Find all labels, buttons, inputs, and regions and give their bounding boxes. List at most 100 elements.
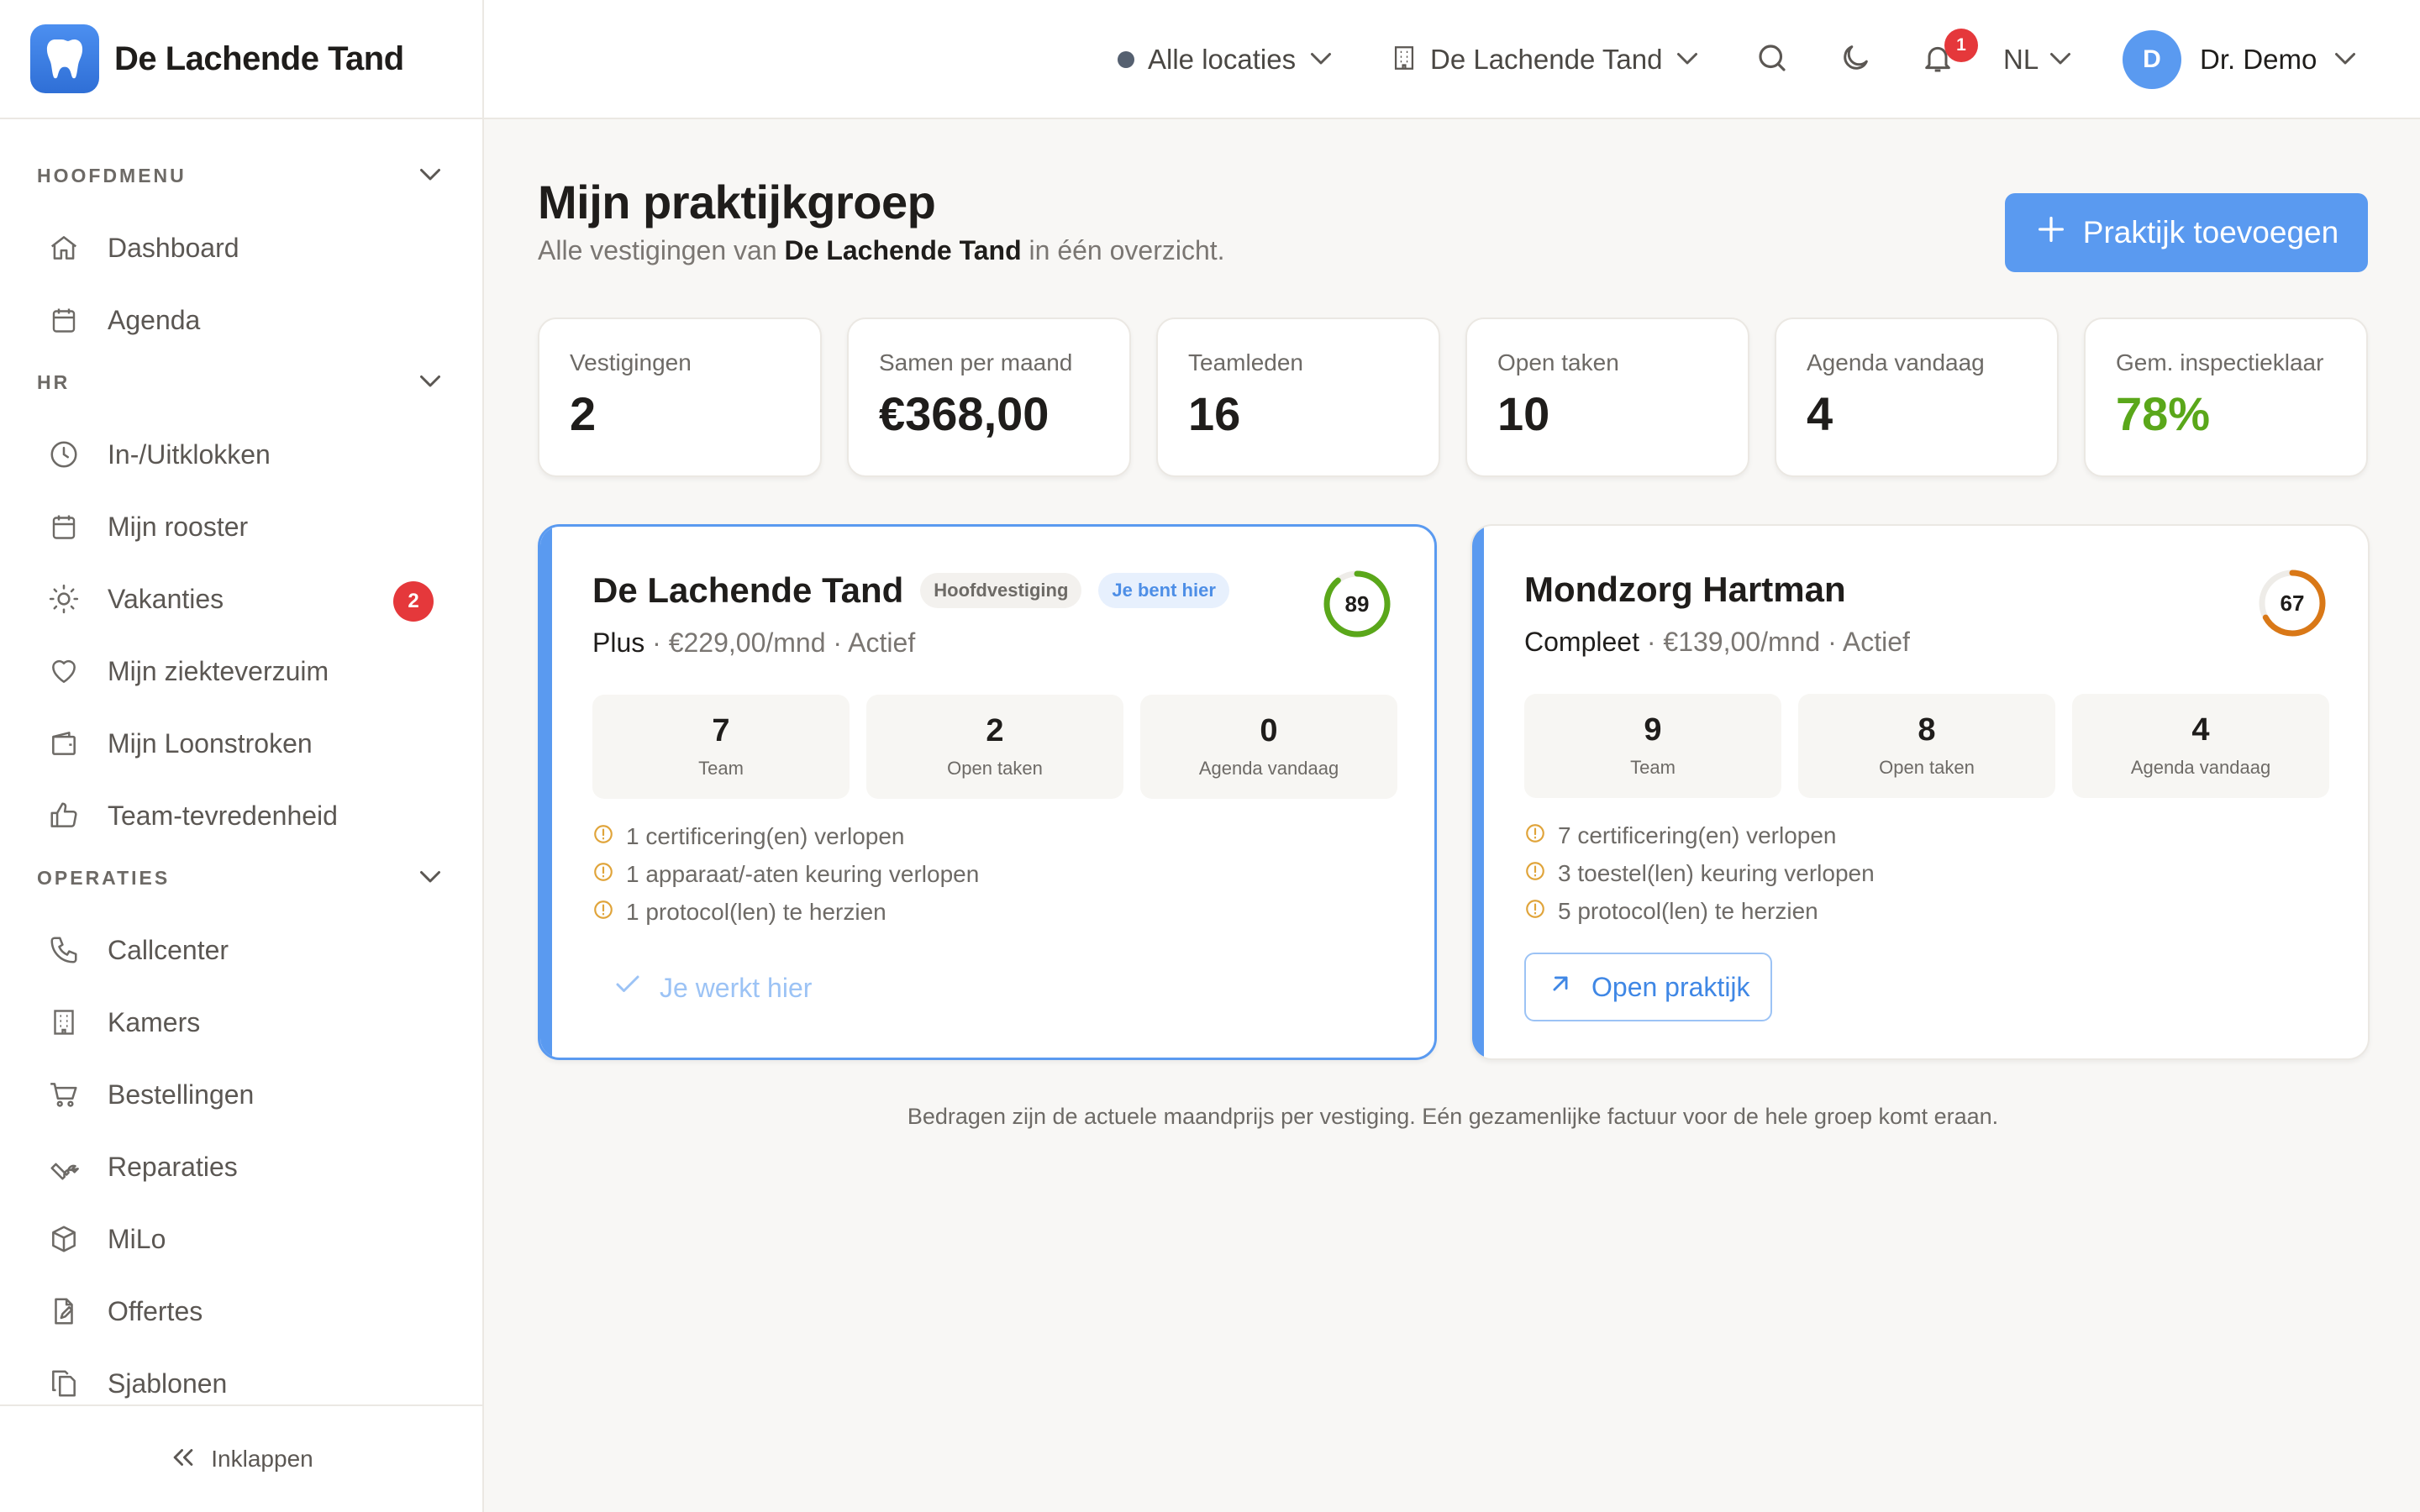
score-value: 67 xyxy=(2280,590,2305,616)
clock-icon xyxy=(47,438,81,471)
plus-icon xyxy=(2034,213,2083,254)
section-title: OPERATIES xyxy=(37,866,171,889)
metric-agenda-vandaag: 4 Agenda vandaag xyxy=(2072,694,2329,798)
metric-value: 9 xyxy=(1644,712,1662,748)
sidebar-item-dashboard[interactable]: Dashboard xyxy=(0,212,482,284)
sidebar-item-label: Agenda xyxy=(108,304,201,335)
metric-agenda-vandaag: 0 Agenda vandaag xyxy=(1140,695,1397,799)
open-practice-button[interactable]: Open praktijk xyxy=(1524,953,1772,1021)
location-dot-icon xyxy=(1118,51,1134,68)
working-here-label: Je werkt hier xyxy=(660,972,813,1003)
notifications-button[interactable]: 1 xyxy=(1921,0,1978,119)
metric-team: 9 Team xyxy=(1524,694,1781,798)
chevron-down-icon xyxy=(2330,43,2360,77)
sidebar-item-bestellingen[interactable]: Bestellingen xyxy=(0,1058,482,1131)
phone-icon xyxy=(47,933,81,967)
sidebar-item-ziekteverzuim[interactable]: Mijn ziekteverzuim xyxy=(0,635,482,707)
sidebar-item-loonstroken[interactable]: Mijn Loonstroken xyxy=(0,707,482,780)
sidebar-item-label: Team-tevredenheid xyxy=(108,800,338,831)
metric-value: 7 xyxy=(712,713,730,748)
plan-price-status: · €229,00/mnd · Actief xyxy=(644,627,916,658)
warning-icon xyxy=(1524,860,1546,886)
sidebar-item-reparaties[interactable]: Reparaties xyxy=(0,1131,482,1203)
calendar-icon xyxy=(47,510,81,543)
add-practice-button[interactable]: Praktijk toevoegen xyxy=(2005,193,2368,272)
inspection-score-ring: 67 xyxy=(2257,568,2328,638)
stat-card: Samen per maand €368,00 xyxy=(847,318,1131,477)
sidebar-item-callcenter[interactable]: Callcenter xyxy=(0,914,482,986)
collapse-label: Inklappen xyxy=(211,1446,313,1472)
sidebar-item-agenda[interactable]: Agenda xyxy=(0,284,482,356)
document-edit-icon xyxy=(47,1294,81,1328)
metric-label: Team xyxy=(1630,757,1676,778)
warning-text: 1 certificering(en) verlopen xyxy=(626,822,905,849)
stat-card: Vestigingen 2 xyxy=(538,318,822,477)
practice-card[interactable]: Mondzorg Hartman Compleet · €139,00/mnd … xyxy=(1470,524,2370,1060)
search-button[interactable] xyxy=(1754,0,1790,119)
warning-text: 1 apparaat/-aten keuring verlopen xyxy=(626,860,980,887)
plan-name: Compleet xyxy=(1524,627,1639,657)
user-name: Dr. Demo xyxy=(2200,44,2317,75)
practice-card[interactable]: De Lachende Tand Hoofdvestiging Je bent … xyxy=(538,524,1437,1060)
sidebar-item-vakanties[interactable]: Vakanties 2 xyxy=(0,563,482,635)
practice-selector[interactable]: De Lachende Tand xyxy=(1390,0,1702,119)
sidebar-item-milo[interactable]: MiLo xyxy=(0,1203,482,1275)
sidebar-item-label: Callcenter xyxy=(108,934,229,965)
metric-value: 0 xyxy=(1260,713,1278,748)
sidebar-item-team-tevredenheid[interactable]: Team-tevredenheid xyxy=(0,780,482,852)
section-title: HOOFDMENU xyxy=(37,164,187,186)
brand[interactable]: De Lachende Tand xyxy=(0,0,482,119)
metric-value: 2 xyxy=(986,713,1004,748)
page-title: Mijn praktijkgroep xyxy=(538,176,936,228)
section-hoofdmenu[interactable]: HOOFDMENU xyxy=(0,155,482,197)
sidebar-item-inuitklokken[interactable]: In-/Uitklokken xyxy=(0,418,482,491)
location-label: Alle locaties xyxy=(1148,44,1297,75)
tag-hoofdvestiging: Hoofdvestiging xyxy=(920,573,1082,608)
sidebar-item-mijn-rooster[interactable]: Mijn rooster xyxy=(0,491,482,563)
stat-value: 16 xyxy=(1188,387,1241,440)
sidebar: De Lachende Tand HOOFDMENU Dashboard Age… xyxy=(0,0,484,1512)
sidebar-item-label: Mijn Loonstroken xyxy=(108,727,313,759)
arrow-up-right-icon xyxy=(1546,969,1591,1005)
warnings-list: 1 certificering(en) verlopen 1 apparaat/… xyxy=(592,817,979,931)
sun-icon xyxy=(47,582,81,616)
card-accent-bar xyxy=(1472,526,1484,1058)
user-menu[interactable]: D Dr. Demo xyxy=(2123,0,2360,119)
subtitle-suffix: in één overzicht. xyxy=(1021,235,1225,265)
building-icon xyxy=(47,1005,81,1039)
stat-label: Agenda vandaag xyxy=(1807,349,1985,375)
notification-count-badge: 1 xyxy=(1944,29,1978,62)
sidebar-item-label: Vakanties xyxy=(108,583,224,614)
warning-icon xyxy=(592,823,614,849)
warning-item: 1 certificering(en) verlopen xyxy=(592,817,979,855)
score-value: 89 xyxy=(1344,591,1370,617)
metric-open-taken: 2 Open taken xyxy=(866,695,1123,799)
warning-item: 1 protocol(len) te herzien xyxy=(592,893,979,931)
language-label: NL xyxy=(2003,44,2039,75)
metrics-row: 9 Team 8 Open taken 4 Agenda vandaag xyxy=(1524,694,2329,798)
collapse-sidebar-button[interactable]: Inklappen xyxy=(0,1404,482,1512)
sidebar-item-kamers[interactable]: Kamers xyxy=(0,986,482,1058)
heart-icon xyxy=(47,654,81,688)
metric-value: 4 xyxy=(2191,712,2210,748)
vakanties-count-badge: 2 xyxy=(393,581,434,622)
stat-card: Gem. inspectieklaar 78% xyxy=(2084,318,2368,477)
warning-item: 7 certificering(en) verlopen xyxy=(1524,816,1875,854)
stat-value: 2 xyxy=(570,387,597,440)
home-icon xyxy=(47,231,81,265)
section-hr[interactable]: HR xyxy=(0,361,482,403)
location-selector[interactable]: Alle locaties xyxy=(1118,0,1336,119)
card-accent-bar xyxy=(540,527,552,1058)
warning-item: 1 apparaat/-aten keuring verlopen xyxy=(592,855,979,893)
section-operaties[interactable]: OPERATIES xyxy=(0,857,482,899)
dark-mode-toggle[interactable] xyxy=(1839,0,1872,119)
sidebar-item-label: In-/Uitklokken xyxy=(108,438,271,470)
language-selector[interactable]: NL xyxy=(2003,0,2075,119)
practice-name: De Lachende Tand xyxy=(592,570,904,610)
subtitle-prefix: Alle vestigingen van xyxy=(538,235,785,265)
working-here-indicator: Je werkt hier xyxy=(592,953,812,1022)
plan-price-status: · €139,00/mnd · Actief xyxy=(1639,627,1910,657)
practice-cards: De Lachende Tand Hoofdvestiging Je bent … xyxy=(538,524,2370,1060)
sidebar-item-offertes[interactable]: Offertes xyxy=(0,1275,482,1347)
chevrons-left-icon xyxy=(169,1443,197,1476)
